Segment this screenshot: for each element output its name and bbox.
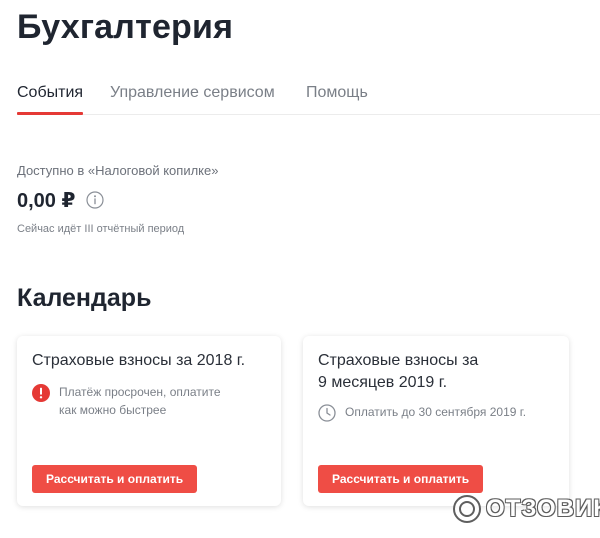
tax-piggybank-label: Доступно в «Налоговой копилке» <box>17 163 219 178</box>
calendar-title: Календарь <box>17 284 152 312</box>
page-title: Бухгалтерия <box>17 8 234 46</box>
card-title: Страховые взносы за 9 месяцев 2019 г. <box>318 352 479 391</box>
tab-help[interactable]: Помощь <box>306 82 368 114</box>
watermark: ОТЗОВИК <box>452 494 600 524</box>
calendar-card-9-months-2019: Страховые взносы за 9 месяцев 2019 г. Оп… <box>303 336 569 506</box>
status-text: Оплатить до 30 сентября 2019 г. <box>345 405 527 419</box>
balance-row: 0,00 ₽ <box>17 186 105 214</box>
calculate-and-pay-button[interactable]: Рассчитать и оплатить <box>318 465 484 493</box>
info-icon[interactable] <box>86 191 105 209</box>
card-title: Страховые взносы за 2018 г. <box>32 352 246 369</box>
otzovik-logo-icon <box>453 495 481 523</box>
clock-icon <box>318 404 336 422</box>
calendar-card-2018: Страховые взносы за 2018 г. Платёж проср… <box>17 336 281 506</box>
card-status: Платёж просрочен, оплатите как можно быс… <box>32 383 229 419</box>
calculate-and-pay-button[interactable]: Рассчитать и оплатить <box>32 465 198 493</box>
balance-amount: 0,00 ₽ <box>17 189 76 212</box>
watermark-text: ОТЗОВИК <box>486 495 600 522</box>
tab-service-management[interactable]: Управление сервисом <box>110 82 275 114</box>
status-text: Платёж просрочен, оплатите как можно быс… <box>59 385 221 417</box>
reporting-period-note: Сейчас идёт III отчётный период <box>17 223 185 235</box>
tab-events[interactable]: События <box>17 82 83 115</box>
alert-circle-icon <box>32 384 50 402</box>
tab-bar: События Управление сервисом Помощь <box>17 82 600 115</box>
card-status: Оплатить до 30 сентября 2019 г. <box>318 403 526 422</box>
